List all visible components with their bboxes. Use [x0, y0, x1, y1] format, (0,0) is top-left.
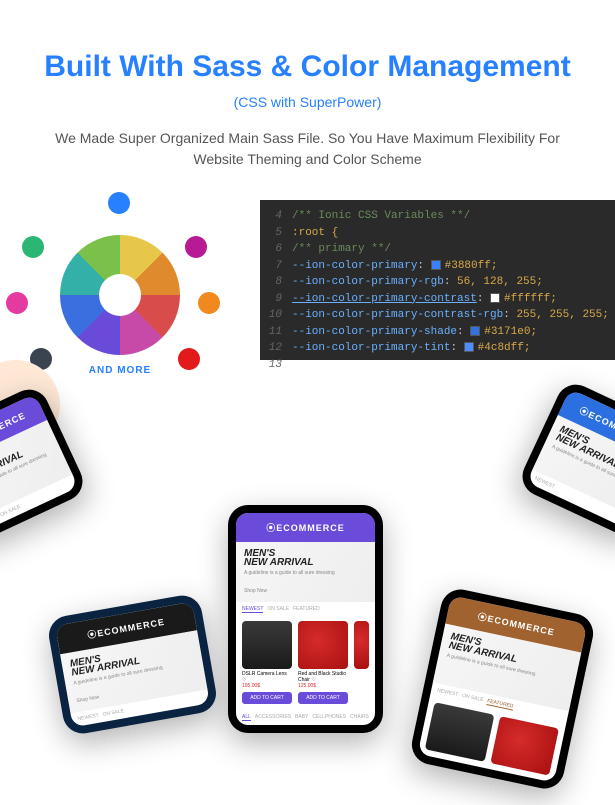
add-to-cart-button[interactable]: ADD TO CART — [298, 692, 348, 704]
product-card[interactable] — [490, 716, 559, 776]
phone-mockup-blue: ⦿ECOMMERCE MEN'S NEW ARRIVAL A guideline… — [516, 378, 615, 541]
product-image — [242, 621, 292, 669]
shop-now-link[interactable]: Shop Now — [244, 588, 367, 594]
hero-subtitle: NEW ARRIVAL — [244, 557, 367, 568]
cat-baby[interactable]: BABY — [295, 714, 308, 721]
tab-featured[interactable]: FEATURED — [486, 698, 513, 710]
phone-mockup-dark: ⦿ECOMMERCE MEN'S NEW ARRIVAL A guideline… — [46, 592, 219, 736]
tab-featured[interactable]: FEATURED — [293, 606, 320, 613]
add-to-cart-button[interactable]: ADD TO CART — [242, 692, 292, 704]
product-card[interactable]: Red and Black Studio Chair ♡ 125.00$ ADD… — [298, 621, 348, 704]
product-image — [490, 716, 559, 776]
phone-mockup-purple: ⦿ECOMMERCE MEN'S NEW ARRIVAL A guideline… — [0, 383, 89, 546]
code-snippet: 4/** Ionic CSS Variables **/5:root {6 /*… — [260, 200, 615, 360]
product-name: DSLR Camera Lens — [242, 671, 287, 677]
tab-sale[interactable]: ON SALE — [102, 708, 124, 718]
tab-sale[interactable]: ON SALE — [461, 693, 484, 704]
tab-newest[interactable]: NEWEST — [436, 688, 458, 699]
product-price: 195.00$ — [242, 683, 292, 689]
product-card[interactable]: DSLR Camera Lens ♡ 195.00$ ADD TO CART — [242, 621, 292, 704]
color-dot — [6, 292, 28, 314]
page-subtitle: (CSS with SuperPower) — [30, 94, 585, 110]
color-dot — [22, 236, 44, 258]
product-card[interactable] — [354, 621, 369, 704]
tab-newest[interactable]: NEWEST — [242, 606, 263, 613]
cat-all[interactable]: ALL — [242, 714, 251, 721]
tab-newest[interactable]: NEWEST — [77, 713, 99, 723]
phone-mockup-center: ⦿ECOMMERCE MEN'S NEW ARRIVAL A guideline… — [228, 505, 383, 733]
cat-accessories[interactable]: ACCESSORIES — [255, 714, 291, 721]
product-price: 125.00$ — [298, 683, 348, 689]
app-header-bar: ⦿ECOMMERCE — [236, 513, 375, 542]
tab-sale[interactable]: ON SALE — [267, 606, 289, 613]
color-dot — [108, 192, 130, 214]
product-image — [298, 621, 348, 669]
color-dot — [185, 236, 207, 258]
phone-mockup-brown: ⦿ECOMMERCE MEN'S NEW ARRIVAL A guideline… — [408, 586, 597, 792]
page-title: Built With Sass & Color Management — [30, 50, 585, 84]
product-image — [354, 621, 369, 669]
product-image — [425, 702, 494, 762]
color-wheel-icon — [60, 235, 180, 355]
cat-cellphones[interactable]: CELLPHONES — [312, 714, 346, 721]
product-card[interactable] — [425, 702, 494, 762]
product-name: Red and Black Studio Chair — [298, 671, 346, 683]
phone-mockups: ⦿ECOMMERCE MEN'S NEW ARRIVAL A guideline… — [0, 400, 615, 805]
cat-chairs[interactable]: CHAIRS — [350, 714, 369, 721]
page-description: We Made Super Organized Main Sass File. … — [30, 128, 585, 170]
hero-tagline: A guideline is a guide to all sure dress… — [244, 570, 367, 576]
color-dot — [198, 292, 220, 314]
